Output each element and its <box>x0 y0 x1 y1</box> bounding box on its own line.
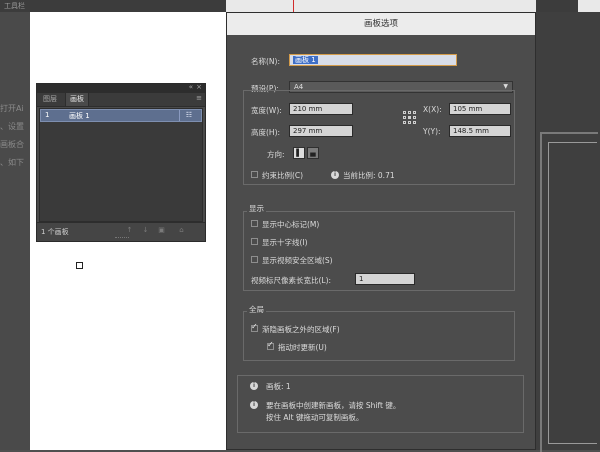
show-video-safe-label: 显示视频安全区域(S) <box>262 256 333 265</box>
workspace-left-strip <box>0 12 30 450</box>
x-input[interactable]: 105 mm <box>449 103 511 115</box>
tab-artboards[interactable]: 画板 <box>65 93 89 106</box>
new-artboard-icon[interactable]: ▣ <box>157 226 166 235</box>
collapse-icon[interactable]: « <box>189 83 193 91</box>
pixel-aspect-label: 视频标尺像素长宽比(L): <box>251 276 332 285</box>
show-crosshairs-checkbox[interactable] <box>251 238 258 245</box>
constrain-label: 约束比例(C) <box>262 171 304 180</box>
height-input[interactable]: 297 mm <box>289 125 353 137</box>
artboard-count: 1 个画板 <box>41 228 69 236</box>
panel-menu-icon[interactable]: ≡ <box>196 94 202 102</box>
artboard-row-name[interactable]: 画板 1 <box>69 111 90 121</box>
info-icon: i <box>331 171 339 179</box>
canvas-top-edge-right <box>578 0 600 12</box>
panel-footer: 1 个画板 ↑ ↓ ▣ ⌂ <box>37 222 205 241</box>
update-drag-label: 拖动时更新(U) <box>278 343 327 352</box>
show-center-mark-checkbox[interactable] <box>251 220 258 227</box>
name-input-value: 画板 1 <box>293 56 318 64</box>
artboard-options-icon[interactable]: ☷ <box>179 110 198 121</box>
show-crosshairs-label: 显示十字线(I) <box>262 238 308 247</box>
landscape-icon[interactable]: ▄ <box>307 147 319 159</box>
width-input[interactable]: 210 mm <box>289 103 353 115</box>
portrait-icon[interactable]: ▌ <box>293 147 305 159</box>
display-legend: 显示 <box>247 203 266 214</box>
global-group-frame <box>243 311 515 361</box>
reference-point-icon[interactable] <box>403 111 416 124</box>
tab-layers[interactable]: 图层 <box>39 93 61 106</box>
move-down-icon[interactable]: ↓ <box>141 226 150 235</box>
bg-fragment: 画板合 <box>0 140 24 149</box>
name-input[interactable]: 画板 1 <box>289 54 457 66</box>
artboard-row-number: 1 <box>45 111 50 119</box>
selection-anchor-square[interactable] <box>76 262 83 269</box>
artboards-panel: « × 图层 画板 ≡ 1 画板 1 ☷ 1 个画板 ↑ ↓ ▣ ⌂ <box>36 83 206 242</box>
y-input[interactable]: 148.5 mm <box>449 125 511 137</box>
y-label: Y(Y): <box>423 127 441 136</box>
global-legend: 全局 <box>247 304 266 315</box>
panel-tab-bar: 图层 画板 ≡ <box>37 93 205 107</box>
panel-titlebar[interactable]: « × <box>37 83 205 93</box>
canvas-top-edge <box>226 0 536 12</box>
artboard-list: 1 画板 1 ☷ <box>39 108 203 222</box>
x-label: X(X): <box>423 105 442 114</box>
dialog-title: 画板选项 <box>227 13 535 35</box>
artboard-count-info: 画板: 1 <box>266 382 291 391</box>
update-drag-checkbox[interactable] <box>267 340 274 350</box>
info-icon: i <box>250 401 258 409</box>
move-up-icon[interactable]: ↑ <box>125 226 134 235</box>
fade-outside-label: 渐隐画板之外的区域(F) <box>262 325 340 334</box>
background-text-fragments: 打开Ai 、设置 画板合 、如下 <box>0 100 30 172</box>
bg-fragment: 打开Ai <box>0 104 24 113</box>
info-icon: i <box>250 382 258 390</box>
height-label: 高度(H): <box>251 128 281 137</box>
constrain-checkbox[interactable] <box>251 171 258 178</box>
app-top-bar-text: 工具栏 <box>4 2 25 10</box>
orientation-label: 方向: <box>267 150 285 159</box>
fade-outside-checkbox[interactable] <box>251 322 258 332</box>
bg-fragment: 、设置 <box>0 122 24 131</box>
show-center-mark-label: 显示中心标记(M) <box>262 220 320 229</box>
panel-resize-grip[interactable] <box>115 237 129 240</box>
show-video-safe-checkbox[interactable] <box>251 256 258 263</box>
artboard-row[interactable]: 1 画板 1 ☷ <box>40 109 202 122</box>
pixel-aspect-input[interactable]: 1 <box>355 273 415 285</box>
close-icon[interactable]: × <box>196 83 202 91</box>
artboard-frame-inner-outline <box>548 142 597 444</box>
tip-line-1: 要在画板中创建新画板，请按 Shift 键。 <box>266 401 401 410</box>
name-label: 名称(N): <box>251 57 280 66</box>
info-box: i 画板: 1 i 要在画板中创建新画板，请按 Shift 键。 按住 Alt … <box>237 375 524 433</box>
bg-fragment: 、如下 <box>0 158 24 167</box>
delete-artboard-icon[interactable]: ⌂ <box>177 226 186 235</box>
width-label: 宽度(W): <box>251 106 282 115</box>
current-ratio-label: 当前比例: 0.71 <box>343 171 395 180</box>
tip-line-2: 按住 Alt 键拖动可复制画板。 <box>266 413 364 422</box>
artboard-options-dialog: 画板选项 名称(N): 画板 1 预设(P): A4 ▼ 宽度(W): 210 … <box>226 12 536 450</box>
